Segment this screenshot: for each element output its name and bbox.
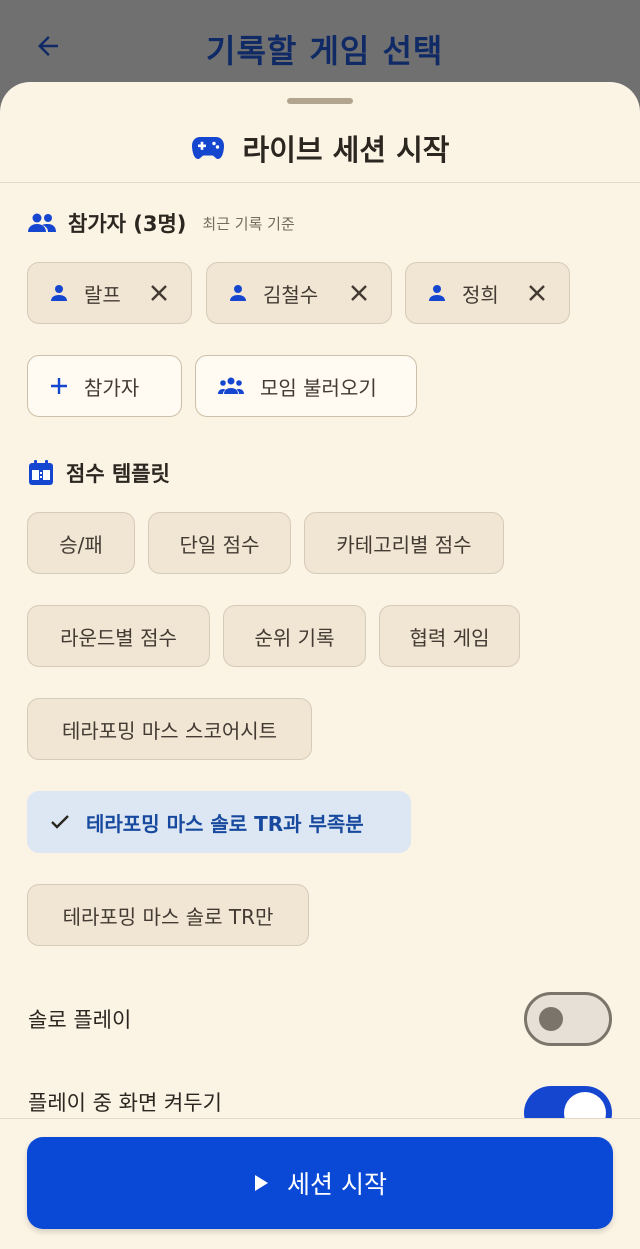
live-session-sheet: 라이브 세션 시작 참가자 (3명) 최근 기록 기준 랄프 김철수 정희 참가… xyxy=(0,82,640,1249)
template-option-label: 카테고리별 점수 xyxy=(336,532,472,557)
solo-play-toggle[interactable] xyxy=(524,992,612,1046)
template-option-selected[interactable]: 테라포밍 마스 솔로 TR과 부족분 xyxy=(27,791,411,853)
close-icon[interactable] xyxy=(149,283,169,303)
people-icon xyxy=(28,213,56,232)
scoreboard-icon xyxy=(29,460,53,485)
page-title: 기록할 게임 선택 xyxy=(206,32,444,70)
add-participant-label: 참가자 xyxy=(84,375,140,400)
person-icon xyxy=(230,285,246,301)
template-option-label: 승/패 xyxy=(59,532,103,557)
bottom-action-bar: 세션 시작 xyxy=(0,1118,640,1249)
template-option-label: 라운드별 점수 xyxy=(60,625,177,650)
template-option-label: 순위 기록 xyxy=(254,625,335,650)
person-icon xyxy=(429,285,445,301)
load-group-label: 모임 불러오기 xyxy=(260,375,377,400)
participants-section-header: 참가자 (3명) 최근 기록 기준 xyxy=(28,208,295,238)
template-option[interactable]: 카테고리별 점수 xyxy=(304,512,504,574)
person-icon xyxy=(51,285,67,301)
template-option[interactable]: 승/패 xyxy=(27,512,135,574)
template-option-label: 단일 점수 xyxy=(179,532,260,557)
participant-name: 랄프 xyxy=(84,282,121,307)
add-participant-button[interactable]: 참가자 xyxy=(27,355,182,417)
keep-screen-on-label: 플레이 중 화면 켜두기 xyxy=(28,1091,222,1115)
participant-chip[interactable]: 랄프 xyxy=(27,262,192,324)
group-icon xyxy=(218,377,244,394)
gamepad-icon xyxy=(191,137,224,159)
header-divider xyxy=(0,182,640,183)
arrow-left-icon xyxy=(38,36,58,56)
template-option[interactable]: 테라포밍 마스 스코어시트 xyxy=(27,698,312,760)
drag-handle[interactable] xyxy=(287,98,353,104)
solo-play-row: 솔로 플레이 xyxy=(28,991,612,1047)
template-option-label: 테라포밍 마스 솔로 TR만 xyxy=(62,904,274,929)
template-option-label: 테라포밍 마스 솔로 TR과 부족분 xyxy=(86,811,364,836)
template-option[interactable]: 순위 기록 xyxy=(223,605,366,667)
template-option[interactable]: 라운드별 점수 xyxy=(27,605,210,667)
templates-title: 점수 템플릿 xyxy=(66,462,170,486)
template-option-label: 협력 게임 xyxy=(409,625,490,650)
check-icon xyxy=(51,815,69,829)
template-option-label: 테라포밍 마스 스코어시트 xyxy=(61,718,278,743)
templates-section-header: 점수 템플릿 xyxy=(28,458,170,488)
sheet-header: 라이브 세션 시작 xyxy=(0,126,640,170)
participant-name: 정희 xyxy=(462,282,499,307)
participant-chip[interactable]: 정희 xyxy=(405,262,570,324)
template-option[interactable]: 테라포밍 마스 솔로 TR만 xyxy=(27,884,309,946)
template-option[interactable]: 협력 게임 xyxy=(379,605,520,667)
start-session-button[interactable]: 세션 시작 xyxy=(27,1137,613,1229)
load-group-button[interactable]: 모임 불러오기 xyxy=(195,355,417,417)
solo-play-label: 솔로 플레이 xyxy=(28,1008,132,1032)
participants-title: 참가자 (3명) xyxy=(68,212,187,236)
template-option[interactable]: 단일 점수 xyxy=(148,512,291,574)
play-icon xyxy=(255,1175,269,1191)
start-session-label: 세션 시작 xyxy=(287,1170,387,1199)
close-icon[interactable] xyxy=(527,283,547,303)
plus-icon xyxy=(51,378,67,394)
toggle-knob xyxy=(539,1007,563,1031)
back-button[interactable] xyxy=(30,28,66,64)
close-icon[interactable] xyxy=(349,283,369,303)
participant-chip[interactable]: 김철수 xyxy=(206,262,392,324)
sheet-title: 라이브 세션 시작 xyxy=(242,133,450,167)
participants-subtitle: 최근 기록 기준 xyxy=(202,214,295,233)
participant-name: 김철수 xyxy=(263,282,319,307)
